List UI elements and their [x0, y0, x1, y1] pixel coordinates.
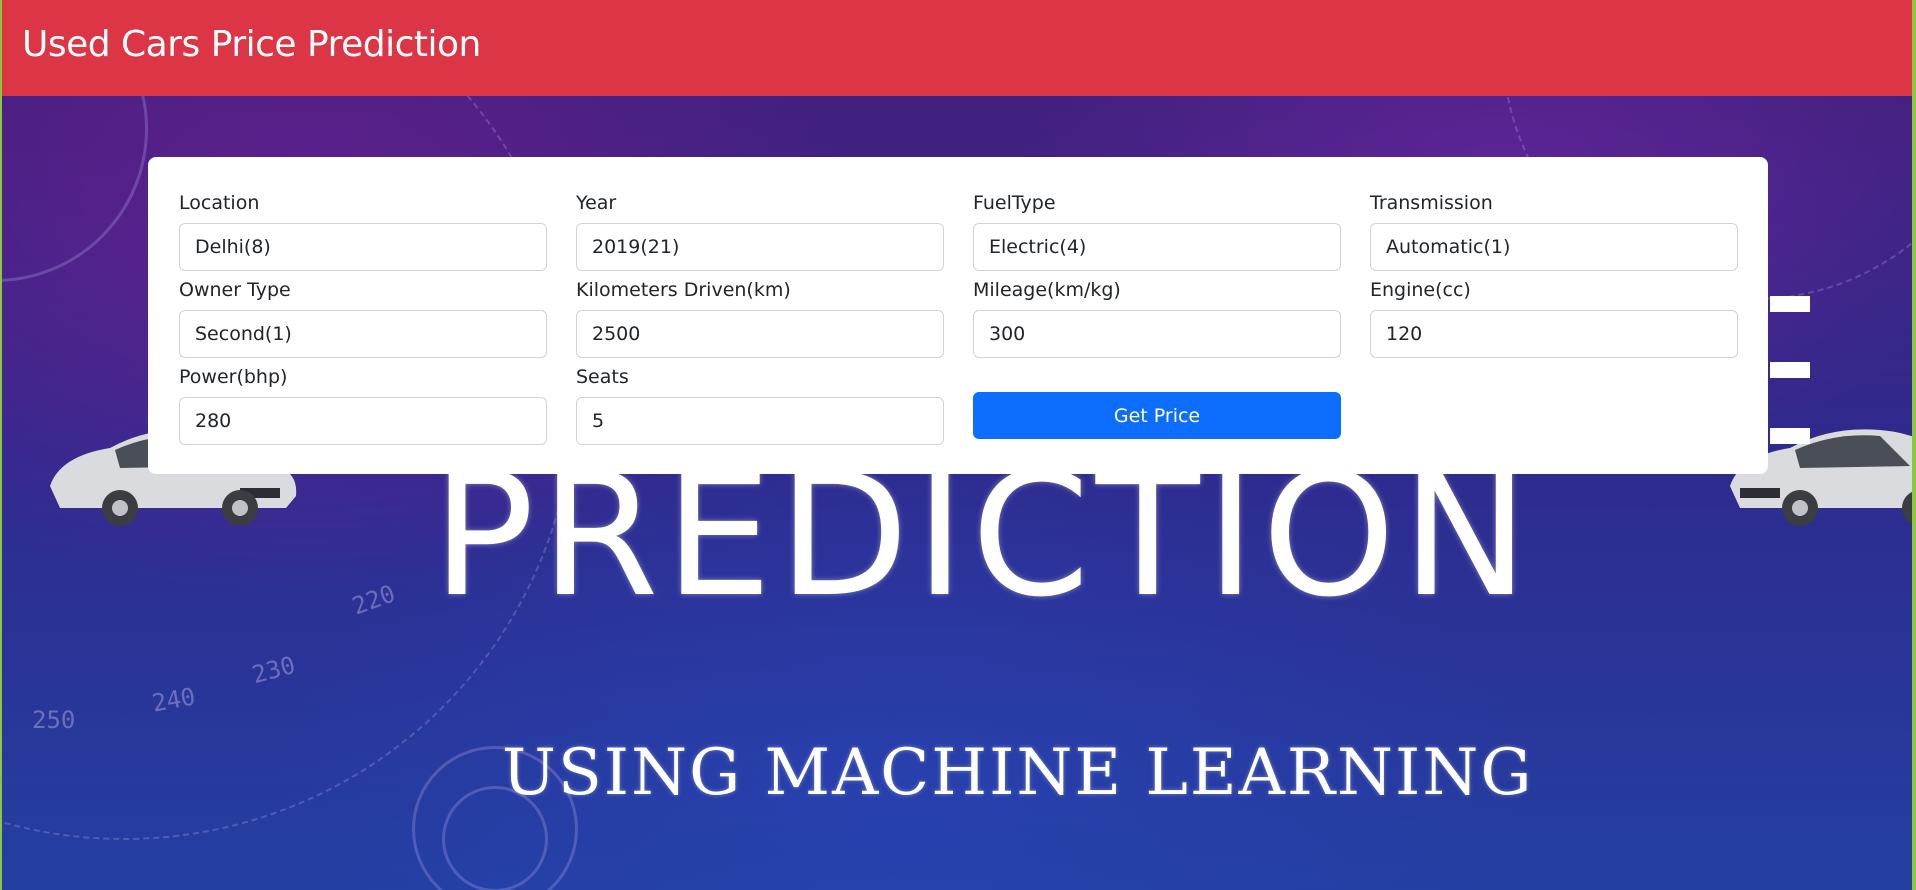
seats-input[interactable]: 5	[576, 397, 944, 445]
engine-input[interactable]: 120	[1370, 310, 1738, 358]
transmission-input[interactable]: Automatic(1)	[1370, 223, 1738, 271]
field-transmission: Transmission Automatic(1)	[1370, 191, 1738, 271]
seats-label: Seats	[576, 366, 629, 388]
get-price-button[interactable]: Get Price	[973, 392, 1341, 439]
fuel-type-input[interactable]: Electric(4)	[973, 223, 1341, 271]
hero-subheadline: USING MACHINE LEARNING	[502, 736, 1534, 810]
kilometers-driven-input[interactable]: 2500	[576, 310, 944, 358]
kilometers-driven-label: Kilometers Driven(km)	[576, 279, 791, 301]
mileage-label: Mileage(km/kg)	[973, 279, 1121, 301]
power-label: Power(bhp)	[179, 366, 288, 388]
prediction-form: Location Delhi(8) Year 2019(21) FuelType…	[148, 157, 1768, 474]
power-input[interactable]: 280	[179, 397, 547, 445]
location-input[interactable]: Delhi(8)	[179, 223, 547, 271]
year-label: Year	[576, 192, 617, 214]
owner-type-label: Owner Type	[179, 279, 291, 301]
engine-label: Engine(cc)	[1370, 279, 1471, 301]
mileage-input[interactable]: 300	[973, 310, 1341, 358]
field-owner-type: Owner Type Second(1)	[179, 278, 547, 358]
fuel-type-label: FuelType	[973, 192, 1056, 214]
owner-type-input[interactable]: Second(1)	[179, 310, 547, 358]
hero-headline: PREDICTION	[432, 437, 1535, 635]
field-kilometers-driven: Kilometers Driven(km) 2500	[576, 278, 944, 358]
field-year: Year 2019(21)	[576, 191, 944, 271]
field-mileage: Mileage(km/kg) 300	[973, 278, 1341, 358]
field-seats: Seats 5	[576, 365, 944, 445]
field-fuel-type: FuelType Electric(4)	[973, 191, 1341, 271]
gauge-tick-250: 250	[32, 706, 76, 734]
field-power: Power(bhp) 280	[179, 365, 547, 445]
field-engine: Engine(cc) 120	[1370, 278, 1738, 358]
transmission-label: Transmission	[1370, 192, 1493, 214]
decorative-bars	[1770, 296, 1810, 494]
page-frame: Used Cars Price Prediction 220 230 240 2…	[2, 0, 1912, 890]
navbar: Used Cars Price Prediction	[2, 0, 1912, 96]
app-title[interactable]: Used Cars Price Prediction	[22, 24, 481, 65]
year-input[interactable]: 2019(21)	[576, 223, 944, 271]
location-label: Location	[179, 192, 260, 214]
field-location: Location Delhi(8)	[179, 191, 547, 271]
